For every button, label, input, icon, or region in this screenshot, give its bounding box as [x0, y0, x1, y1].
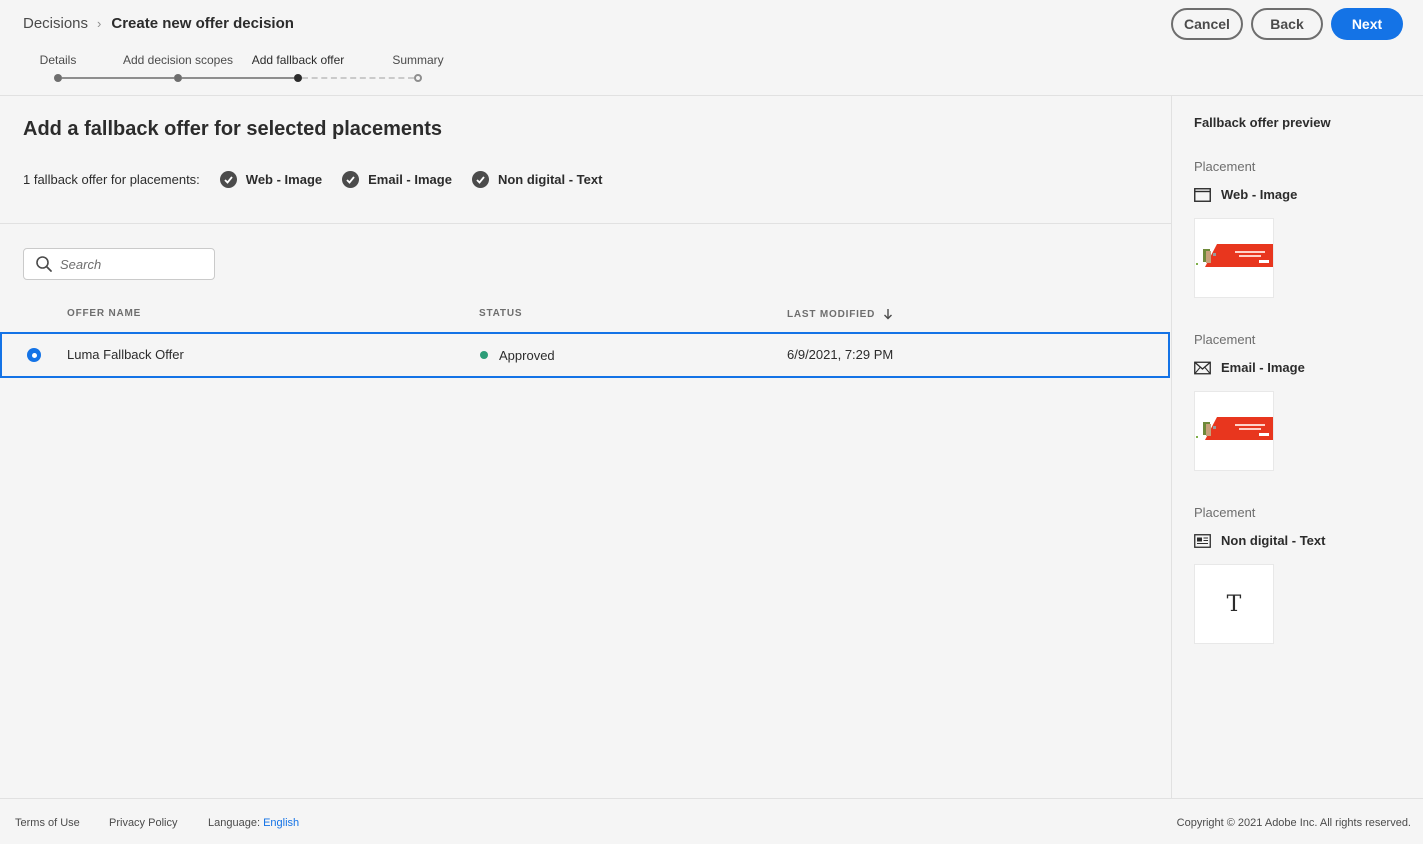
placement-chip: Non digital - Text — [471, 171, 603, 188]
step-summary-label: Summary — [392, 53, 444, 67]
step-details-label[interactable]: Details — [40, 53, 77, 67]
placements-prefix: 1 fallback offer for placements: — [23, 172, 200, 187]
placement-name-label: Email - Image — [1221, 360, 1305, 375]
placement-label: Placement — [1194, 505, 1256, 520]
status-cell: Approved — [480, 348, 555, 363]
placement-label: Placement — [1194, 159, 1256, 174]
step-summary-dot — [414, 74, 422, 82]
last-modified-cell: 6/9/2021, 7:29 PM — [787, 347, 894, 362]
breadcrumb: Decisions › Create new offer decision — [23, 15, 294, 32]
stepper-line-done — [182, 77, 294, 79]
placement-chip: Email - Image — [342, 171, 452, 188]
status-label: Approved — [499, 348, 555, 363]
language-label: Language: — [208, 817, 260, 829]
web-image-thumbnail[interactable] — [1194, 218, 1274, 298]
row-radio-button[interactable] — [27, 348, 41, 362]
status-approved-dot — [480, 351, 488, 359]
breadcrumb-decisions-link[interactable]: Decisions — [23, 15, 88, 32]
back-button[interactable]: Back — [1251, 8, 1323, 40]
column-header-offer-name[interactable]: OFFER NAME — [67, 308, 141, 319]
placement-chip: Web - Image — [219, 171, 323, 188]
envelope-icon — [1194, 361, 1211, 374]
divider — [0, 223, 1171, 224]
breadcrumb-current: Create new offer decision — [111, 15, 294, 32]
search-input[interactable] — [60, 256, 200, 272]
stepper-line-pending — [302, 77, 414, 79]
placement-chip-label: Web - Image — [245, 172, 323, 187]
placement-name: Email - Image — [1194, 360, 1305, 375]
placement-name-label: Non digital - Text — [1221, 533, 1326, 548]
placement-label: Placement — [1194, 332, 1256, 347]
column-header-last-modified[interactable]: LAST MODIFIED — [787, 308, 893, 320]
placement-chip-label: Non digital - Text — [497, 172, 603, 187]
step-details-dot[interactable] — [54, 74, 62, 82]
main-content: Add a fallback offer for selected placem… — [0, 96, 1171, 798]
offer-name-cell: Luma Fallback Offer — [67, 347, 184, 362]
fallback-preview-panel: Fallback offer preview Placement Web - I… — [1171, 96, 1423, 798]
language-selector: Language: English — [208, 817, 299, 829]
next-button[interactable]: Next — [1331, 8, 1403, 40]
privacy-policy-link[interactable]: Privacy Policy — [109, 817, 177, 829]
preview-panel-title: Fallback offer preview — [1194, 115, 1331, 130]
placements-summary: 1 fallback offer for placements: Web - I… — [23, 171, 602, 188]
email-image-thumbnail[interactable] — [1194, 391, 1274, 471]
step-decision-scopes-dot[interactable] — [174, 74, 182, 82]
search-icon — [36, 256, 52, 272]
checkmark-circle-icon — [219, 171, 237, 188]
copyright-text: Copyright © 2021 Adobe Inc. All rights r… — [1176, 817, 1411, 829]
placement-name: Web - Image — [1194, 187, 1297, 202]
radio-selected-indicator — [31, 352, 37, 358]
table-row[interactable]: Luma Fallback Offer Approved 6/9/2021, 7… — [0, 332, 1170, 378]
text-document-icon — [1194, 533, 1211, 548]
terms-of-use-link[interactable]: Terms of Use — [15, 817, 80, 829]
placement-name: Non digital - Text — [1194, 533, 1325, 548]
web-window-icon — [1194, 187, 1211, 202]
placement-chip-label: Email - Image — [368, 172, 452, 187]
search-box[interactable] — [23, 248, 215, 280]
step-fallback-offer-label: Add fallback offer — [251, 53, 345, 67]
page-footer: Terms of Use Privacy Policy Language: En… — [0, 798, 1423, 844]
stepper-line-done — [62, 77, 174, 79]
step-decision-scopes-label[interactable]: Add decision scopes — [123, 53, 233, 67]
checkmark-circle-icon — [471, 171, 489, 188]
language-link[interactable]: English — [263, 817, 299, 829]
text-thumbnail[interactable]: T — [1194, 564, 1274, 644]
placement-name-label: Web - Image — [1221, 187, 1298, 202]
column-header-label: LAST MODIFIED — [787, 308, 876, 320]
page-title: Add a fallback offer for selected placem… — [23, 118, 443, 140]
chevron-right-icon: › — [97, 16, 102, 31]
page-header: Decisions › Create new offer decision Ca… — [0, 0, 1423, 96]
arrow-down-icon — [884, 309, 893, 320]
cancel-button[interactable]: Cancel — [1171, 8, 1243, 40]
step-fallback-offer-dot — [294, 74, 302, 82]
checkmark-circle-icon — [342, 171, 360, 188]
column-header-status[interactable]: STATUS — [479, 308, 522, 319]
